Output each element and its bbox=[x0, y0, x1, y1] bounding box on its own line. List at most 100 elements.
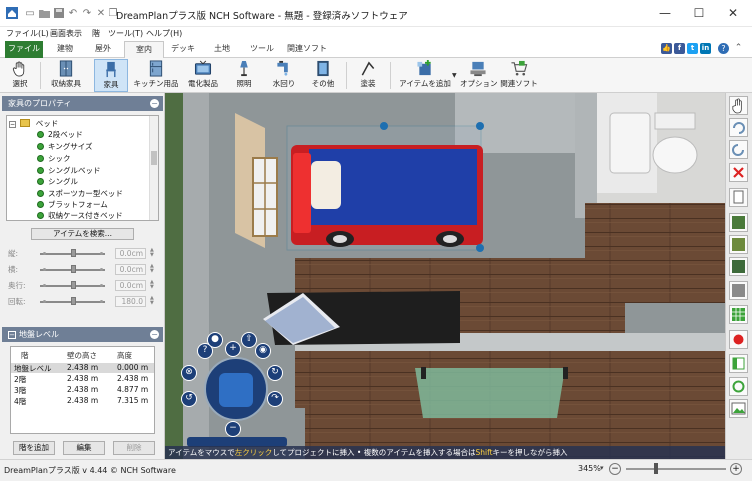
menu-help[interactable]: ヘルプ(H) bbox=[146, 28, 182, 39]
zoom-out-button[interactable]: − bbox=[225, 421, 241, 437]
tool-storage-furniture[interactable]: 収納家具 bbox=[46, 59, 86, 92]
menu-floor[interactable]: 階 bbox=[92, 28, 100, 39]
eye-icon[interactable]: ● bbox=[207, 332, 223, 348]
add-item-dropdown-icon[interactable]: ▼ bbox=[452, 72, 457, 79]
tree-root[interactable]: − ベッド bbox=[9, 118, 58, 129]
table-row[interactable]: 4階 2.438 m 7.315 m bbox=[11, 396, 154, 406]
table-row[interactable]: 地盤レベル 2.438 m 0.000 m bbox=[11, 363, 154, 373]
tab-exterior[interactable]: 屋外 bbox=[84, 41, 122, 58]
zoom-in-icon[interactable]: + bbox=[730, 463, 742, 475]
rotation-spinner[interactable]: ▲ ▼ bbox=[150, 296, 157, 306]
zoom-slider-thumb[interactable] bbox=[654, 463, 658, 474]
redo-icon[interactable]: ↷ bbox=[81, 7, 93, 19]
help-icon[interactable]: ? bbox=[718, 43, 729, 54]
tab-tools[interactable]: ツール bbox=[242, 41, 282, 58]
tree-item[interactable]: 収納ケース付きベッド bbox=[37, 210, 123, 220]
tab-building[interactable]: 建物 bbox=[46, 41, 84, 58]
close-button[interactable]: ✕ bbox=[722, 4, 744, 22]
edit-level-button[interactable]: 編集 bbox=[63, 441, 105, 455]
width-spinner[interactable]: ▲ ▼ bbox=[150, 264, 157, 274]
tool-paint[interactable]: 塗装 bbox=[352, 59, 384, 92]
camera-icon[interactable]: ◉ bbox=[255, 343, 271, 359]
save-icon[interactable] bbox=[53, 7, 65, 19]
tab-land[interactable]: 土地 bbox=[202, 41, 242, 58]
minimize-button[interactable]: — bbox=[654, 4, 676, 22]
levels-collapse-icon[interactable]: − bbox=[8, 331, 16, 339]
tool-related-software[interactable]: 関連ソフト bbox=[500, 59, 538, 92]
scrollbar-thumb[interactable] bbox=[151, 151, 157, 165]
tree-item[interactable]: 2段ベッド bbox=[37, 129, 83, 140]
rotate-right-icon[interactable]: ↻ bbox=[267, 365, 283, 381]
zoom-in-button[interactable]: + bbox=[225, 341, 241, 357]
rotate-tool-icon[interactable] bbox=[729, 118, 748, 137]
terrain-tool-icon[interactable] bbox=[729, 235, 748, 254]
collapse-properties-icon[interactable]: − bbox=[150, 99, 159, 108]
depth-value[interactable]: 0.0cm bbox=[115, 280, 146, 291]
linkedin-icon[interactable]: in bbox=[700, 43, 711, 54]
zoom-out-icon[interactable]: − bbox=[609, 463, 621, 475]
page-icon[interactable] bbox=[729, 188, 748, 207]
menu-file[interactable]: ファイル(L) bbox=[6, 28, 49, 39]
settings-icon[interactable] bbox=[729, 377, 748, 396]
rotation-slider-thumb[interactable] bbox=[70, 297, 76, 305]
tree-item[interactable]: シングル bbox=[37, 176, 78, 187]
height-value[interactable]: 0.0cm bbox=[115, 248, 146, 259]
tool-options[interactable]: オプション bbox=[460, 59, 498, 92]
floor-tool-icon[interactable] bbox=[729, 213, 748, 232]
delete-icon[interactable] bbox=[729, 163, 748, 182]
delete-level-button[interactable]: 削除 bbox=[113, 441, 155, 455]
rotation-value[interactable]: 180.0 bbox=[115, 296, 146, 307]
table-row[interactable]: 2階 2.438 m 2.438 m bbox=[11, 374, 154, 384]
width-value[interactable]: 0.0cm bbox=[115, 264, 146, 275]
pan-center[interactable] bbox=[219, 373, 253, 407]
tool-select[interactable]: 選択 bbox=[5, 59, 35, 92]
zoom-slider[interactable] bbox=[626, 468, 726, 470]
search-items-button[interactable]: アイテムを検索... bbox=[31, 228, 134, 240]
height-spinner[interactable]: ▲ ▼ bbox=[150, 248, 157, 258]
tree-item[interactable]: キングサイズ bbox=[37, 141, 93, 152]
menu-tools[interactable]: ツール(T) bbox=[108, 28, 143, 39]
open-icon[interactable] bbox=[38, 7, 50, 19]
width-slider-thumb[interactable] bbox=[70, 265, 76, 273]
add-level-button[interactable]: 階を追加 bbox=[13, 441, 55, 455]
view-3d-icon[interactable] bbox=[729, 281, 748, 300]
height-slider-thumb[interactable] bbox=[70, 249, 76, 257]
tilt-icon[interactable]: ↷ bbox=[267, 391, 283, 407]
tab-file[interactable]: ファイル bbox=[5, 41, 43, 58]
tree-item[interactable]: シック bbox=[37, 153, 71, 164]
texture-tool-icon[interactable] bbox=[729, 257, 748, 276]
rotate-left-icon[interactable]: ↺ bbox=[181, 391, 197, 407]
reset-view-icon[interactable]: ⊗ bbox=[181, 365, 197, 381]
new-icon[interactable]: ▭ bbox=[24, 7, 36, 19]
tab-related-software[interactable]: 関連ソフト bbox=[282, 41, 332, 58]
tree-item[interactable]: スポーツカー型ベッド bbox=[37, 188, 123, 199]
tool-lighting[interactable]: 照明 bbox=[229, 59, 259, 92]
move-up-icon[interactable]: ⇧ bbox=[241, 332, 257, 348]
magnet-icon[interactable] bbox=[729, 330, 748, 349]
undo-icon[interactable]: ↶ bbox=[67, 7, 79, 19]
depth-spinner[interactable]: ▲ ▼ bbox=[150, 280, 157, 290]
cut-icon[interactable]: ✕ bbox=[95, 7, 107, 19]
collapse-levels-icon[interactable]: − bbox=[150, 330, 159, 339]
zoom-dropdown-icon[interactable]: ▾ bbox=[600, 464, 604, 472]
orbit-tool-icon[interactable] bbox=[729, 140, 748, 159]
tool-other[interactable]: その他 bbox=[306, 59, 340, 92]
tool-plumbing[interactable]: 水回り bbox=[267, 59, 301, 92]
tool-appliances[interactable]: 電化製品 bbox=[183, 59, 223, 92]
collapse-ribbon-icon[interactable]: ⌃ bbox=[733, 43, 744, 54]
twitter-icon[interactable]: t bbox=[687, 43, 698, 54]
tab-deck[interactable]: デッキ bbox=[164, 41, 202, 58]
tree-toggle-icon[interactable]: − bbox=[9, 121, 16, 128]
tree-item[interactable]: シングルベッド bbox=[37, 165, 101, 176]
table-row[interactable]: 3階 2.438 m 4.877 m bbox=[11, 385, 154, 395]
photo-icon[interactable] bbox=[729, 399, 748, 418]
tool-kitchen[interactable]: キッチン用品 bbox=[133, 59, 179, 92]
3d-viewport[interactable]: + − ? ◉ ● ⇧ ⊗ ↻ ↺ ↷ アイテムをマウスで左クリックしてプロジェ… bbox=[165, 93, 725, 459]
like-icon[interactable]: 👍 bbox=[661, 43, 672, 54]
tab-interior[interactable]: 室内 bbox=[124, 41, 164, 58]
tool-furniture[interactable]: 家具 bbox=[94, 59, 128, 92]
facebook-icon[interactable]: f bbox=[674, 43, 685, 54]
tree-item[interactable]: ブラットフォーム bbox=[37, 199, 108, 210]
hand-tool-icon[interactable] bbox=[729, 96, 748, 115]
depth-slider-thumb[interactable] bbox=[70, 281, 76, 289]
